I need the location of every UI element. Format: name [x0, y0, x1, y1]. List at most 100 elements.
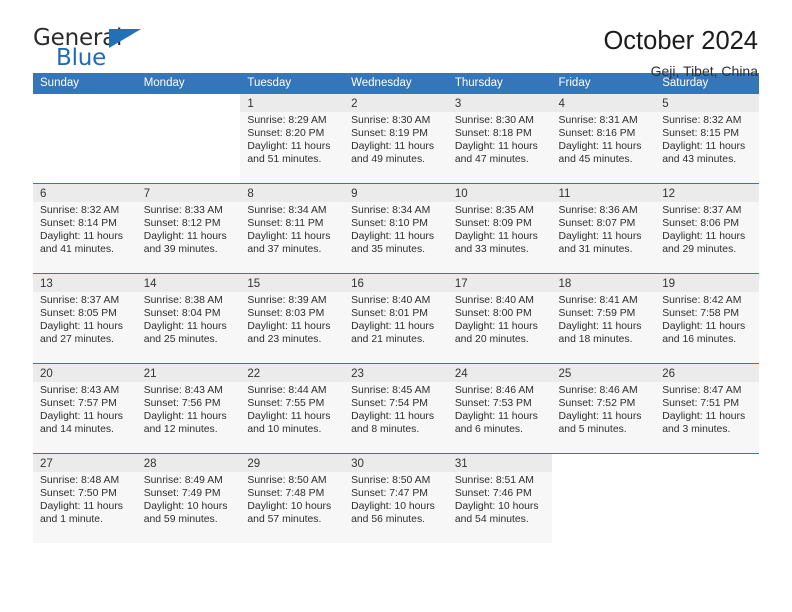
- calendar-day-cell[interactable]: 6 Sunrise: 8:32 AM Sunset: 8:14 PM Daylight…: [33, 183, 137, 273]
- day-detail-line: Sunset: 7:53 PM: [454, 398, 532, 410]
- day-detail-line: Sunset: 8:11 PM: [247, 218, 324, 230]
- day-detail-line: Daylight: 11 hours: [662, 321, 746, 333]
- day-detail-line: Sunrise: 8:42 AM: [662, 295, 742, 306]
- calendar-day-cell[interactable]: 31 Sunrise: 8:51 AM Sunset: 7:46 PM Dayligh…: [447, 453, 552, 543]
- calendar-day-cell[interactable]: 5 Sunrise: 8:32 AM Sunset: 8:15 PM Daylight…: [655, 93, 759, 183]
- day-detail-line: and 27 minutes.: [40, 334, 114, 346]
- day-detail-line: Daylight: 11 hours: [247, 141, 331, 153]
- calendar-day-cell[interactable]: 28 Sunrise: 8:49 AM Sunset: 7:49 PM Dayligh…: [136, 453, 241, 543]
- calendar-day-cell[interactable]: 21 Sunrise: 8:43 AM Sunset: 7:56 PM Dayligh…: [136, 363, 241, 453]
- general-blue-logo: General Blue: [33, 27, 148, 73]
- day-detail-line: Sunset: 7:59 PM: [558, 308, 636, 320]
- day-details: Sunrise: 8:30 AM Sunset: 8:19 PM Daylight:…: [344, 112, 448, 166]
- calendar-day-cell[interactable]: 8 Sunrise: 8:34 AM Sunset: 8:11 PM Daylight…: [240, 183, 345, 273]
- title-block: October 2024 Geji, Tibet, China: [603, 27, 759, 79]
- day-detail-line: and 43 minutes.: [662, 154, 737, 166]
- day-detail-line: and 6 minutes.: [454, 424, 523, 436]
- calendar-day-cell[interactable]: 15 Sunrise: 8:39 AM Sunset: 8:03 PM Dayligh…: [240, 273, 345, 363]
- day-number: 29: [240, 454, 345, 472]
- calendar-day-cell[interactable]: 7 Sunrise: 8:33 AM Sunset: 8:12 PM Daylight…: [136, 183, 241, 273]
- calendar-day-cell[interactable]: 17 Sunrise: 8:40 AM Sunset: 8:00 PM Dayligh…: [447, 273, 552, 363]
- calendar-day-cell[interactable]: 4 Sunrise: 8:31 AM Sunset: 8:16 PM Daylight…: [551, 93, 656, 183]
- day-detail-line: Daylight: 11 hours: [247, 321, 331, 333]
- day-details: Sunrise: 8:31 AM Sunset: 8:16 PM Daylight:…: [552, 112, 656, 166]
- flag-triangle-icon: [109, 29, 141, 48]
- day-number: 13: [33, 274, 137, 292]
- calendar-day-cell[interactable]: 20 Sunrise: 8:43 AM Sunset: 7:57 PM Dayligh…: [33, 363, 137, 453]
- day-details: Sunrise: 8:37 AM Sunset: 8:05 PM Daylight:…: [33, 292, 137, 346]
- calendar-week-row: 13 Sunrise: 8:37 AM Sunset: 8:05 PM Dayligh…: [33, 273, 759, 363]
- calendar-day-cell[interactable]: 9 Sunrise: 8:34 AM Sunset: 8:10 PM Daylight…: [344, 183, 448, 273]
- day-detail-line: Sunset: 8:00 PM: [454, 308, 532, 320]
- calendar-empty-cell: [551, 453, 656, 543]
- calendar-day-cell[interactable]: 27 Sunrise: 8:48 AM Sunset: 7:50 PM Dayligh…: [33, 453, 137, 543]
- day-detail-line: Sunset: 7:55 PM: [247, 398, 325, 410]
- calendar-day-cell[interactable]: 1 Sunrise: 8:29 AM Sunset: 8:20 PM Daylight…: [240, 93, 345, 183]
- calendar-day-cell[interactable]: 3 Sunrise: 8:30 AM Sunset: 8:18 PM Daylight…: [447, 93, 552, 183]
- day-detail-line: Sunrise: 8:30 AM: [351, 115, 431, 126]
- day-details: Sunrise: 8:45 AM Sunset: 7:54 PM Daylight:…: [344, 382, 448, 436]
- calendar-day-cell[interactable]: 22 Sunrise: 8:44 AM Sunset: 7:55 PM Dayligh…: [240, 363, 345, 453]
- day-number: 4: [551, 94, 656, 112]
- day-detail-line: Sunrise: 8:34 AM: [351, 205, 431, 216]
- calendar-day-cell[interactable]: 13 Sunrise: 8:37 AM Sunset: 8:05 PM Dayligh…: [33, 273, 137, 363]
- day-detail-line: and 59 minutes.: [143, 514, 218, 526]
- day-detail-line: Sunrise: 8:51 AM: [454, 475, 534, 486]
- day-details: Sunrise: 8:43 AM Sunset: 7:56 PM Daylight:…: [137, 382, 241, 436]
- day-detail-line: Sunset: 7:54 PM: [351, 398, 428, 410]
- day-detail-line: Sunset: 7:46 PM: [454, 488, 532, 500]
- day-detail-line: Daylight: 11 hours: [351, 411, 435, 423]
- day-detail-line: Daylight: 11 hours: [40, 501, 123, 513]
- calendar-day-cell[interactable]: 24 Sunrise: 8:46 AM Sunset: 7:53 PM Dayligh…: [447, 363, 552, 453]
- day-detail-line: and 37 minutes.: [247, 244, 322, 256]
- day-number: [552, 454, 656, 472]
- calendar-day-cell[interactable]: 19 Sunrise: 8:42 AM Sunset: 7:58 PM Dayligh…: [655, 273, 759, 363]
- day-detail-line: and 35 minutes.: [351, 244, 426, 256]
- day-detail-line: Sunset: 8:19 PM: [351, 128, 428, 140]
- day-detail-line: Daylight: 11 hours: [247, 411, 331, 423]
- day-detail-line: Sunset: 8:10 PM: [351, 218, 428, 230]
- day-detail-line: Sunrise: 8:39 AM: [247, 295, 327, 306]
- calendar-day-cell[interactable]: 10 Sunrise: 8:35 AM Sunset: 8:09 PM Dayligh…: [447, 183, 552, 273]
- day-detail-line: Sunrise: 8:33 AM: [143, 205, 223, 216]
- calendar-day-cell[interactable]: 25 Sunrise: 8:46 AM Sunset: 7:52 PM Dayligh…: [551, 363, 656, 453]
- calendar-day-cell[interactable]: 18 Sunrise: 8:41 AM Sunset: 7:59 PM Dayligh…: [551, 273, 656, 363]
- day-detail-line: Daylight: 10 hours: [351, 501, 435, 513]
- day-detail-line: Sunset: 7:52 PM: [558, 398, 636, 410]
- day-detail-line: Sunset: 8:07 PM: [558, 218, 636, 230]
- day-number: 16: [344, 274, 448, 292]
- calendar-day-cell[interactable]: 29 Sunrise: 8:50 AM Sunset: 7:48 PM Dayligh…: [240, 453, 345, 543]
- calendar-day-cell[interactable]: 23 Sunrise: 8:45 AM Sunset: 7:54 PM Dayligh…: [344, 363, 448, 453]
- day-detail-line: Daylight: 10 hours: [143, 501, 228, 513]
- day-detail-line: and 25 minutes.: [143, 334, 218, 346]
- calendar-day-cell[interactable]: 14 Sunrise: 8:38 AM Sunset: 8:04 PM Dayligh…: [136, 273, 241, 363]
- day-detail-line: Daylight: 11 hours: [351, 321, 435, 333]
- day-detail-line: Daylight: 11 hours: [662, 141, 746, 153]
- day-number: 9: [344, 184, 448, 202]
- calendar-day-cell[interactable]: 11 Sunrise: 8:36 AM Sunset: 8:07 PM Dayligh…: [551, 183, 656, 273]
- calendar-day-cell[interactable]: 12 Sunrise: 8:37 AM Sunset: 8:06 PM Dayligh…: [655, 183, 759, 273]
- calendar-day-cell[interactable]: 30 Sunrise: 8:50 AM Sunset: 7:47 PM Dayligh…: [344, 453, 448, 543]
- day-detail-line: Daylight: 11 hours: [454, 321, 538, 333]
- day-detail-line: Sunrise: 8:29 AM: [247, 115, 327, 126]
- day-detail-line: Sunset: 7:48 PM: [247, 488, 325, 500]
- day-number: 25: [551, 364, 656, 382]
- day-detail-line: Daylight: 11 hours: [40, 231, 123, 243]
- day-details: Sunrise: 8:32 AM Sunset: 8:14 PM Daylight:…: [33, 202, 137, 256]
- calendar-empty-cell: [655, 453, 759, 543]
- calendar-day-cell[interactable]: 16 Sunrise: 8:40 AM Sunset: 8:01 PM Dayligh…: [344, 273, 448, 363]
- day-detail-line: Sunrise: 8:50 AM: [247, 475, 327, 486]
- day-detail-line: Daylight: 11 hours: [558, 141, 642, 153]
- calendar-day-cell[interactable]: 2 Sunrise: 8:30 AM Sunset: 8:19 PM Daylight…: [344, 93, 448, 183]
- day-details: Sunrise: 8:43 AM Sunset: 7:57 PM Daylight:…: [33, 382, 137, 436]
- calendar-week-row: 20 Sunrise: 8:43 AM Sunset: 7:57 PM Dayligh…: [33, 363, 759, 453]
- day-detail-line: and 21 minutes.: [351, 334, 426, 346]
- day-number: 22: [240, 364, 345, 382]
- page-header: General Blue October 2024 Geji, Tibet, C…: [33, 0, 759, 80]
- day-detail-line: Daylight: 11 hours: [662, 411, 746, 423]
- day-detail-line: Sunset: 7:58 PM: [662, 308, 740, 320]
- day-details: Sunrise: 8:32 AM Sunset: 8:15 PM Daylight:…: [655, 112, 759, 166]
- day-detail-line: Daylight: 11 hours: [558, 321, 642, 333]
- day-details: Sunrise: 8:49 AM Sunset: 7:49 PM Daylight:…: [137, 472, 241, 526]
- calendar-day-cell[interactable]: 26 Sunrise: 8:47 AM Sunset: 7:51 PM Dayligh…: [655, 363, 759, 453]
